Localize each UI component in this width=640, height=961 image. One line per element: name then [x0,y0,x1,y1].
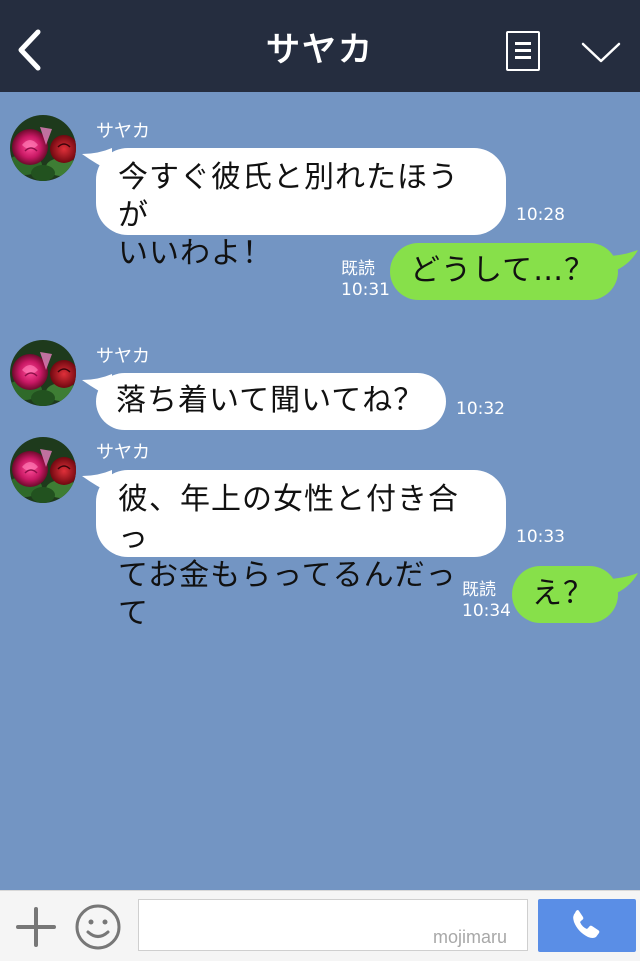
chat-title: サヤカ [266,30,374,70]
message-bubble[interactable]: え？ [512,566,618,623]
avatar[interactable] [10,437,76,503]
smiley-icon [75,904,121,950]
message-time: 10:34 [462,601,511,621]
message-time: 10:33 [516,527,565,547]
sender-name: サヤカ [96,121,150,142]
menu-button[interactable] [506,31,540,71]
read-receipt: 既読 10:31 [341,259,390,301]
plus-icon [16,907,56,947]
chat-area[interactable]: サヤカ 今すぐ彼氏と別れたほうが いいわよ！ 10:28 既読 10:31 どう… [0,92,640,890]
read-receipt: 既読 10:34 [462,580,511,622]
emoji-button[interactable] [74,903,122,951]
chat-header: サヤカ [0,0,640,92]
message-bubble[interactable]: 彼、年上の女性と付き合っ てお金もらってるんだって [96,470,506,631]
list-menu-icon [515,42,531,45]
phone-icon [573,910,600,938]
message-bubble[interactable]: 落ち着いて聞いてね？ [96,373,446,430]
watermark: mojimaru [433,927,508,947]
sender-name: サヤカ [96,346,150,367]
add-button[interactable] [14,905,58,949]
input-bar: mojimaru [0,890,640,961]
read-label: 既読 [462,580,496,600]
message-time: 10:28 [516,205,565,225]
message-bubble[interactable]: どうして…？ [390,243,618,300]
avatar[interactable] [10,115,76,181]
message-time: 10:31 [341,280,390,300]
sender-name: サヤカ [96,442,150,463]
avatar[interactable] [10,340,76,406]
chevron-down-icon [581,42,621,63]
call-button[interactable] [538,899,636,952]
message-bubble[interactable]: 今すぐ彼氏と別れたほうが いいわよ！ [96,148,506,271]
collapse-button[interactable] [580,40,622,66]
message-time: 10:32 [456,399,505,419]
read-label: 既読 [341,259,375,279]
